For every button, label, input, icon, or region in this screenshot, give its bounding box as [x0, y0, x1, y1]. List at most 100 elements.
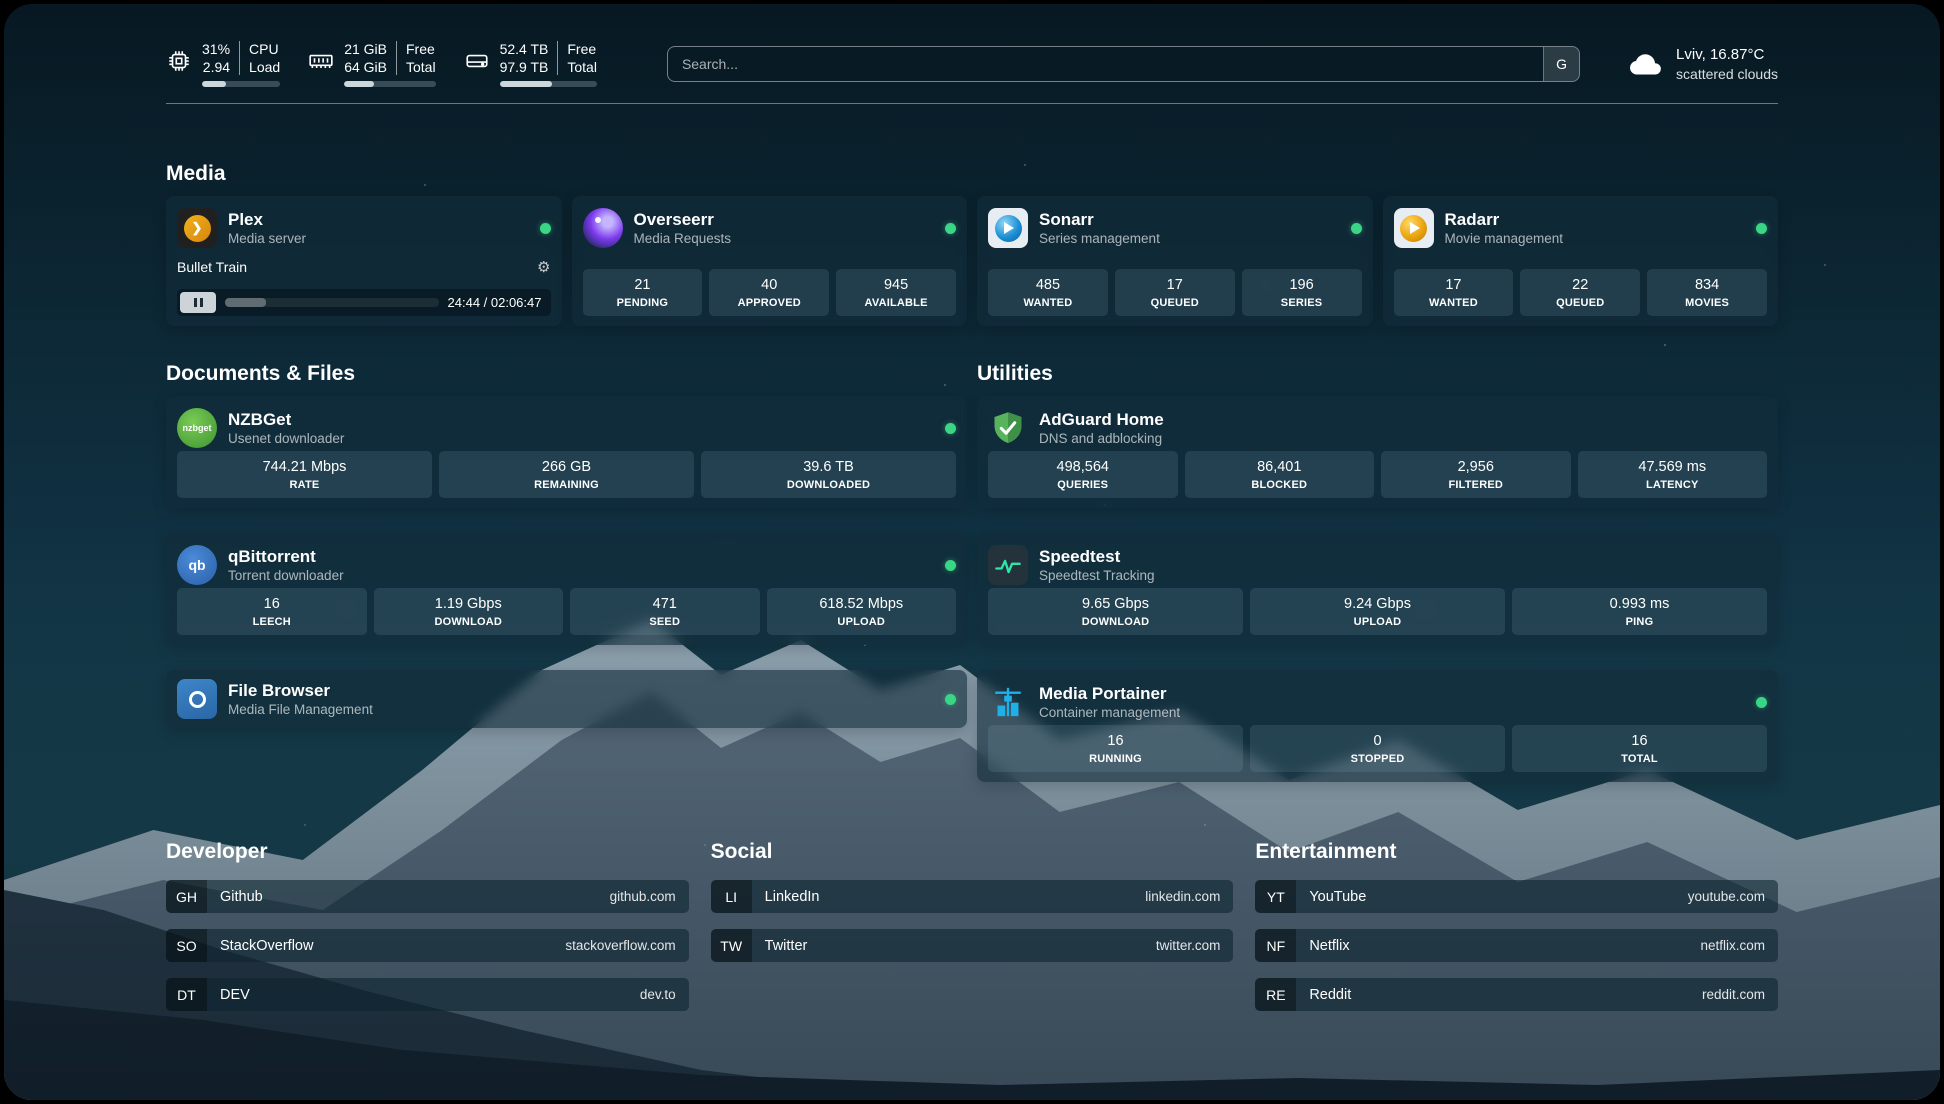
status-indicator — [1756, 697, 1767, 708]
cpu-icon — [166, 48, 192, 74]
stat-value: 744.21 Mbps — [263, 458, 347, 476]
bookmark-netflix[interactable]: NFNetflixnetflix.com — [1255, 929, 1778, 962]
service-card-filebrowser[interactable]: File Browser Media File Management — [166, 670, 967, 728]
stat-label: REMAINING — [534, 479, 599, 491]
utilities-column: Utilities AdGuard Home DNS and — [977, 362, 1778, 782]
stat-box: 471SEED — [570, 588, 760, 635]
disk-usage-bar — [500, 81, 597, 87]
bookmark-abbr: LI — [711, 880, 752, 913]
bookmark-group-entertainment: Entertainment YTYouTubeyoutube.comNFNetf… — [1255, 840, 1778, 1011]
search-provider-button[interactable]: G — [1543, 47, 1579, 81]
bookmark-url: reddit.com — [1702, 987, 1765, 1002]
stat-label: WANTED — [1023, 297, 1072, 309]
stat-value: 16 — [1107, 732, 1123, 750]
bookmark-youtube[interactable]: YTYouTubeyoutube.com — [1255, 880, 1778, 913]
stat-value: 0 — [1373, 732, 1381, 750]
overseerr-icon — [583, 208, 623, 248]
stat-value: 485 — [1036, 276, 1060, 294]
bookmark-abbr: SO — [166, 929, 207, 962]
service-card-portainer[interactable]: Media Portainer Container management 16R… — [977, 670, 1778, 782]
section-title-utilities: Utilities — [977, 362, 1778, 386]
cpu-label: CPU — [249, 40, 280, 58]
bookmark-abbr: TW — [711, 929, 752, 962]
service-description: Series management — [1039, 230, 1160, 247]
bookmark-linkedin[interactable]: LILinkedInlinkedin.com — [711, 880, 1234, 913]
bookmark-github[interactable]: GHGithubgithub.com — [166, 880, 689, 913]
service-description: Movie management — [1445, 230, 1564, 247]
stat-label: TOTAL — [1621, 753, 1658, 765]
service-card-nzbget[interactable]: nzbget NZBGet Usenet downloader 744.21 M… — [166, 396, 967, 508]
stat-value: 16 — [1631, 732, 1647, 750]
memory-free-label: Free — [406, 40, 436, 58]
divider — [557, 41, 558, 75]
stat-value: 40 — [761, 276, 777, 294]
service-description: Usenet downloader — [228, 430, 344, 447]
status-indicator — [1756, 223, 1767, 234]
service-card-adguard[interactable]: AdGuard Home DNS and adblocking 498,564Q… — [977, 396, 1778, 508]
stat-value: 9.24 Gbps — [1344, 595, 1411, 613]
service-name: Overseerr — [634, 209, 732, 230]
stat-value: 39.6 TB — [803, 458, 854, 476]
top-bar: 31% 2.94 CPU Load — [166, 4, 1778, 87]
memory-usage-bar — [344, 81, 435, 87]
stat-label: PING — [1626, 616, 1654, 628]
stat-box: 945AVAILABLE — [836, 269, 956, 316]
stat-label: PENDING — [617, 297, 669, 309]
dashboard-content: 31% 2.94 CPU Load — [166, 4, 1778, 1055]
service-card-sonarr[interactable]: Sonarr Series management 485WANTED17QUEU… — [977, 196, 1373, 326]
playback-progress-bar[interactable] — [225, 298, 439, 307]
stat-value: 86,401 — [1257, 458, 1301, 476]
service-card-qbittorrent[interactable]: qb qBittorrent Torrent downloader 16LEEC… — [166, 533, 967, 645]
stat-value: 266 GB — [542, 458, 591, 476]
section-title-developer: Developer — [166, 840, 689, 864]
stats-row: 16RUNNING0STOPPED16TOTAL — [988, 725, 1767, 772]
stat-box: 618.52 MbpsUPLOAD — [767, 588, 957, 635]
bookmark-url: youtube.com — [1688, 889, 1765, 904]
service-name: File Browser — [228, 680, 373, 701]
bookmark-reddit[interactable]: RERedditreddit.com — [1255, 978, 1778, 1011]
gear-icon[interactable] — [537, 260, 550, 275]
stat-box: 22QUEUED — [1520, 269, 1640, 316]
stats-row: 21PENDING40APPROVED945AVAILABLE — [583, 269, 957, 316]
stat-box: 744.21 MbpsRATE — [177, 451, 432, 498]
search-input[interactable] — [668, 56, 1543, 72]
stat-box: 498,564QUERIES — [988, 451, 1178, 498]
service-name: Sonarr — [1039, 209, 1160, 230]
bookmark-name: Reddit — [1309, 987, 1351, 1003]
stat-label: APPROVED — [738, 297, 801, 309]
service-description: Media Requests — [634, 230, 732, 247]
service-name: AdGuard Home — [1039, 409, 1164, 430]
bookmark-url: twitter.com — [1156, 938, 1221, 953]
speedtest-icon — [988, 545, 1028, 585]
cloud-icon — [1626, 49, 1664, 79]
cpu-load-label: Load — [249, 58, 280, 76]
service-card-radarr[interactable]: Radarr Movie management 17WANTED22QUEUED… — [1383, 196, 1779, 326]
stat-label: LATENCY — [1646, 479, 1699, 491]
playback-time: 24:44 / 02:06:47 — [448, 295, 548, 310]
service-card-overseerr[interactable]: Overseerr Media Requests 21PENDING40APPR… — [572, 196, 968, 326]
service-name: Plex — [228, 209, 306, 230]
bookmark-url: netflix.com — [1700, 938, 1765, 953]
portainer-icon — [988, 682, 1028, 722]
filebrowser-icon — [177, 679, 217, 719]
bookmark-name: Netflix — [1309, 938, 1349, 954]
bookmark-dev[interactable]: DTDEVdev.to — [166, 978, 689, 1011]
stat-label: STOPPED — [1351, 753, 1405, 765]
service-description: Media File Management — [228, 701, 373, 718]
stat-box: 40 APPROVED — [709, 269, 829, 316]
stat-box: 1.19 GbpsDOWNLOAD — [374, 588, 564, 635]
service-description: Torrent downloader — [228, 567, 344, 584]
bookmark-name: YouTube — [1309, 889, 1366, 905]
bookmark-stackoverflow[interactable]: SOStackOverflowstackoverflow.com — [166, 929, 689, 962]
bookmark-twitter[interactable]: TWTwittertwitter.com — [711, 929, 1234, 962]
service-card-plex[interactable]: Plex Media server Bullet Train 24:44 / 0… — [166, 196, 562, 326]
bookmark-list: GHGithubgithub.com SOStackOverflowstackov… — [166, 880, 689, 1011]
stat-label: MOVIES — [1685, 297, 1729, 309]
nzbget-icon: nzbget — [177, 408, 217, 448]
memory-icon — [308, 48, 334, 74]
middle-columns: Documents & Files nzbget NZBGet Usenet d… — [166, 362, 1778, 782]
bookmarks-section: Developer GHGithubgithub.com SOStackOverf… — [166, 840, 1778, 1055]
service-name: Radarr — [1445, 209, 1564, 230]
service-card-speedtest[interactable]: Speedtest Speedtest Tracking 9.65 GbpsDO… — [977, 533, 1778, 645]
pause-button[interactable] — [180, 292, 216, 313]
